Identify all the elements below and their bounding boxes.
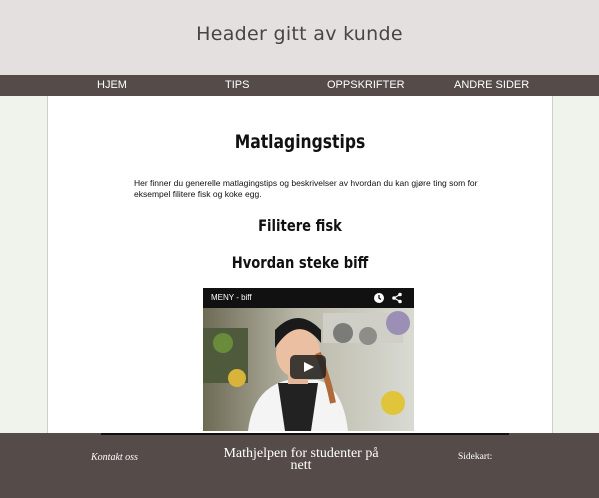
nav-item-hjem[interactable]: HJEM bbox=[97, 79, 127, 91]
left-margin bbox=[0, 96, 47, 433]
clock-icon[interactable] bbox=[373, 292, 385, 304]
intro-text: Her finner du generelle matlagingstips o… bbox=[134, 178, 478, 199]
nav-item-tips[interactable]: TIPS bbox=[225, 79, 249, 91]
sitemap-label[interactable]: Sidekart: bbox=[458, 452, 492, 462]
header-title: Header gitt av kunde bbox=[196, 23, 403, 45]
video-title-bar: MENY - biff bbox=[203, 288, 414, 308]
contact-link[interactable]: Kontakt oss bbox=[91, 452, 138, 463]
right-margin bbox=[553, 96, 599, 433]
nav-item-andre-sider[interactable]: ANDRE SIDER bbox=[454, 79, 529, 91]
video-player[interactable]: MENY - biff bbox=[203, 288, 414, 431]
section-filitere-fisk[interactable]: Filitere fisk bbox=[93, 216, 506, 235]
play-icon[interactable] bbox=[290, 355, 326, 379]
main-navigation: HJEM TIPS OPPSKRIFTER ANDRE SIDER bbox=[0, 75, 599, 96]
page-title: Matlagingstips bbox=[234, 131, 366, 153]
nav-item-oppskrifter[interactable]: OPPSKRIFTER bbox=[327, 79, 405, 91]
footer-divider bbox=[101, 433, 509, 435]
page-header: Header gitt av kunde bbox=[0, 0, 599, 75]
footer-title: Mathjelpen for studenter på nett bbox=[223, 446, 379, 473]
video-title: MENY - biff bbox=[211, 293, 252, 302]
section-steke-biff[interactable]: Hvordan steke biff bbox=[93, 253, 506, 272]
main-content: Matlagingstips Her finner du generelle m… bbox=[47, 96, 553, 433]
share-icon[interactable] bbox=[391, 292, 403, 304]
